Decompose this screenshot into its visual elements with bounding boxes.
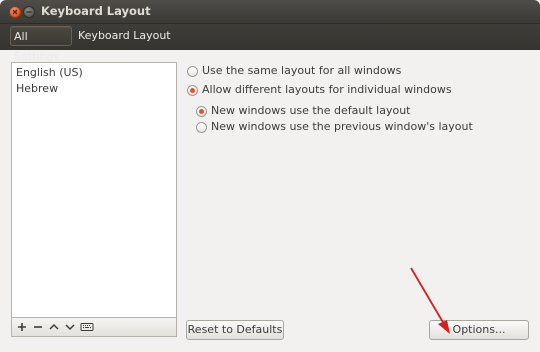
new-default-radio[interactable]	[196, 106, 207, 117]
layout-list[interactable]: English (US) Hebrew	[11, 62, 177, 318]
window-title: Keyboard Layout	[41, 4, 151, 18]
minimize-icon[interactable]	[23, 6, 35, 18]
new-default-label: New windows use the default layout	[211, 104, 411, 117]
window-titlebar: Keyboard Layout	[0, 0, 540, 24]
different-layouts-radio[interactable]	[187, 85, 198, 96]
list-item[interactable]: Hebrew	[16, 81, 58, 97]
list-item[interactable]: English (US)	[16, 65, 83, 81]
annotation-arrow	[410, 267, 450, 334]
breadcrumb-keyboard-layout[interactable]: Keyboard Layout	[74, 26, 175, 46]
new-previous-radio[interactable]	[196, 122, 207, 133]
different-layouts-label: Allow different layouts for individual w…	[202, 83, 452, 96]
keyboard-preview-icon[interactable]	[80, 320, 94, 334]
remove-icon[interactable]	[31, 320, 45, 334]
move-up-icon[interactable]	[47, 320, 61, 334]
new-previous-label: New windows use the previous window's la…	[211, 120, 473, 133]
breadcrumb: All Settings Keyboard Layout	[0, 24, 540, 63]
layout-list-toolbar	[11, 318, 177, 337]
reset-to-defaults-button[interactable]: Reset to Defaults	[186, 320, 284, 340]
same-layout-label: Use the same layout for all windows	[202, 64, 402, 77]
same-layout-radio[interactable]	[187, 66, 198, 77]
add-icon[interactable]	[15, 320, 29, 334]
move-down-icon[interactable]	[63, 320, 77, 334]
breadcrumb-all-settings[interactable]: All Settings	[10, 26, 72, 63]
close-icon[interactable]	[9, 6, 21, 18]
